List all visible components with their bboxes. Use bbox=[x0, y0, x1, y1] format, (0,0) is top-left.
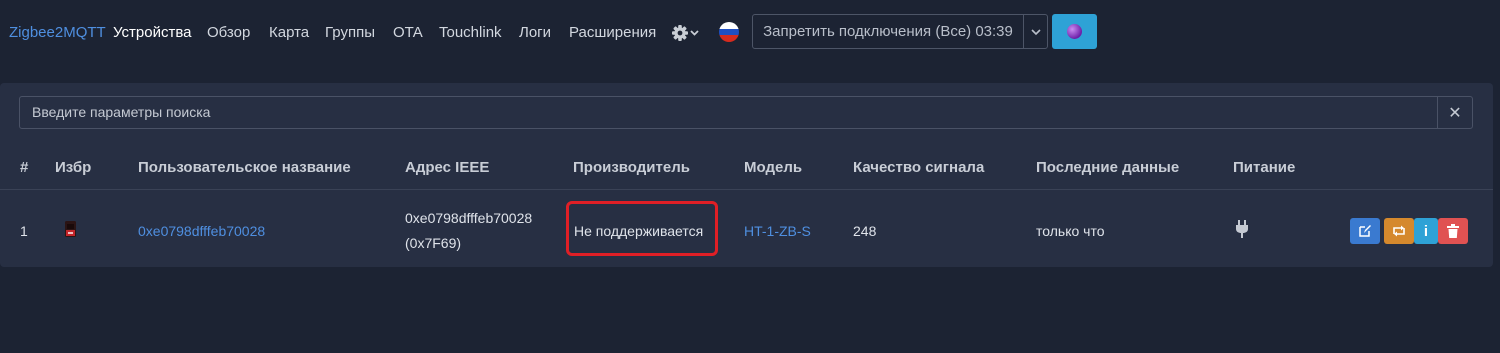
close-icon: ✕ bbox=[1448, 104, 1462, 122]
devices-card: Введите параметры поиска ✕ # Избр Пользо… bbox=[0, 83, 1493, 267]
nav-link-map[interactable]: Карта bbox=[269, 24, 309, 41]
header-ieee-address[interactable]: Адрес IEEE bbox=[405, 159, 489, 176]
nav-link-extensions[interactable]: Расширения bbox=[569, 24, 656, 41]
header-last-seen[interactable]: Последние данные bbox=[1036, 159, 1179, 176]
header-manufacturer[interactable]: Производитель bbox=[573, 159, 690, 176]
nav-link-ota[interactable]: OTA bbox=[393, 24, 423, 41]
header-lqi[interactable]: Качество сигнала bbox=[853, 159, 984, 176]
delete-button[interactable] bbox=[1438, 218, 1468, 244]
header-favorite[interactable]: Избр bbox=[55, 159, 91, 176]
navbar: Zigbee2MQTT Устройства Обзор Карта Групп… bbox=[0, 0, 1500, 64]
settings-dropdown[interactable] bbox=[671, 23, 701, 43]
nav-link-devices[interactable]: Устройства bbox=[113, 24, 191, 41]
header-index[interactable]: # bbox=[20, 159, 28, 176]
theme-toggle-button[interactable] bbox=[1052, 14, 1097, 49]
gear-icon bbox=[672, 25, 699, 41]
table-divider bbox=[0, 189, 1493, 190]
header-power[interactable]: Питание bbox=[1233, 159, 1295, 176]
clear-search-button[interactable]: ✕ bbox=[1437, 96, 1473, 129]
edit-icon bbox=[1359, 225, 1371, 237]
permit-join-group: Запретить подключения (Все) 03:39 bbox=[752, 14, 1048, 49]
chevron-down-icon bbox=[690, 30, 699, 36]
russia-flag-icon[interactable] bbox=[719, 22, 739, 42]
network-address: (0x7F69) bbox=[405, 235, 462, 251]
search-input[interactable]: Введите параметры поиска bbox=[19, 96, 1438, 129]
last-seen-value: только что bbox=[1036, 223, 1105, 239]
reconfigure-icon bbox=[1393, 225, 1405, 237]
lqi-value: 248 bbox=[853, 223, 877, 239]
header-friendly-name[interactable]: Пользовательское название bbox=[138, 159, 351, 176]
permit-join-button[interactable]: Запретить подключения (Все) 03:39 bbox=[753, 15, 1024, 48]
device-friendly-name-link[interactable]: 0xe0798dfffeb70028 bbox=[138, 223, 265, 239]
permit-join-dropdown[interactable] bbox=[1024, 15, 1048, 48]
nav-link-logs[interactable]: Логи bbox=[519, 24, 551, 41]
device-thumbnail-icon bbox=[65, 221, 76, 237]
info-button[interactable]: i bbox=[1414, 218, 1438, 244]
model-link[interactable]: HT-1-ZB-S bbox=[744, 223, 811, 239]
theme-orb-icon bbox=[1067, 24, 1082, 39]
manufacturer-highlight-annotation bbox=[566, 201, 718, 256]
nav-link-groups[interactable]: Группы bbox=[325, 24, 375, 41]
nav-link-dashboard[interactable]: Обзор bbox=[207, 24, 250, 41]
ieee-address: 0xe0798dfffeb70028 bbox=[405, 210, 533, 226]
row-index: 1 bbox=[20, 223, 28, 239]
chevron-down-icon bbox=[1031, 28, 1041, 35]
plug-icon bbox=[1236, 220, 1248, 238]
nav-link-touchlink[interactable]: Touchlink bbox=[439, 24, 502, 41]
edit-button[interactable] bbox=[1350, 218, 1380, 244]
reconfigure-button[interactable] bbox=[1384, 218, 1414, 244]
info-icon: i bbox=[1423, 222, 1429, 240]
delete-icon bbox=[1447, 224, 1459, 238]
header-model[interactable]: Модель bbox=[744, 159, 802, 176]
brand-link[interactable]: Zigbee2MQTT bbox=[9, 24, 106, 41]
